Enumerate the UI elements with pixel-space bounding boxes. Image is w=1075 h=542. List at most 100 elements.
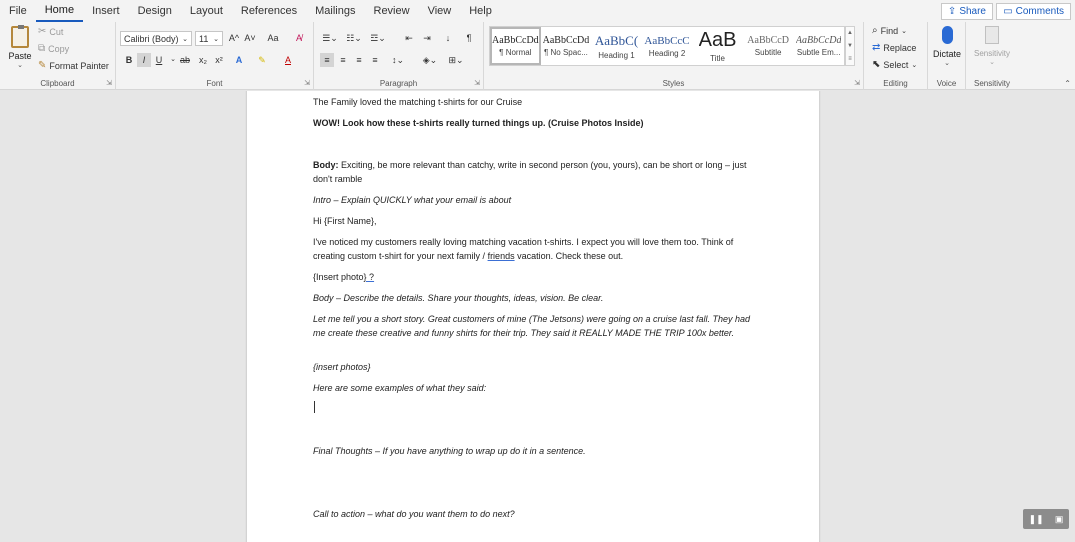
- share-button[interactable]: ⇪ Share: [940, 3, 993, 20]
- doc-paragraph[interactable]: WOW! Look how these t-shirts really turn…: [313, 117, 753, 131]
- more-styles-icon[interactable]: ≡: [846, 56, 854, 62]
- document-page[interactable]: The Family loved the matching t-shirts f…: [247, 91, 819, 542]
- pilcrow-icon[interactable]: ¶: [462, 31, 476, 45]
- dictate-button[interactable]: Dictate ⌄: [930, 26, 964, 67]
- pause-icon[interactable]: ❚❚: [1029, 514, 1044, 525]
- font-group-label: Font: [206, 79, 223, 88]
- view-controls[interactable]: ❚❚ ▣: [1023, 509, 1069, 529]
- select-button[interactable]: ⬉ Select ⌄: [872, 60, 917, 71]
- align-left-icon[interactable]: ≡: [320, 53, 334, 67]
- replace-button[interactable]: ⇄ Replace: [872, 43, 916, 54]
- font-size-dropdown[interactable]: 11 ⌄: [195, 31, 223, 46]
- line-spacing-icon[interactable]: ↕⌄: [388, 53, 408, 67]
- increase-indent-icon[interactable]: ⇥: [420, 31, 434, 45]
- style-heading-1[interactable]: AaBbC( Heading 1: [591, 27, 642, 65]
- underline-button[interactable]: U: [152, 53, 166, 67]
- paintbrush-icon: ✎: [38, 60, 47, 71]
- font-name-dropdown[interactable]: Calibri (Body) ⌄: [120, 31, 192, 46]
- cut-button[interactable]: ✂ Cut: [38, 27, 63, 38]
- comments-button[interactable]: ▭ Comments: [996, 3, 1071, 20]
- menu-layout[interactable]: Layout: [181, 0, 232, 22]
- doc-paragraph[interactable]: The Family loved the matching t-shirts f…: [313, 96, 753, 110]
- style-heading-2[interactable]: AaBbCcC Heading 2: [642, 27, 693, 65]
- menu-help[interactable]: Help: [460, 0, 501, 22]
- text-effects-icon[interactable]: A: [232, 53, 246, 67]
- decrease-indent-icon[interactable]: ⇤: [402, 31, 416, 45]
- sensitivity-button[interactable]: Sensitivity ⌄: [968, 26, 1016, 66]
- style-subtle-emphasis[interactable]: AaBbCcDd Subtle Em...: [793, 27, 844, 65]
- clipboard-group: Paste ⌄ ✂ Cut ⧉ Copy ✎ Format Painter Cl…: [0, 22, 116, 90]
- menu-mailings[interactable]: Mailings: [306, 0, 364, 22]
- style-preview: AaBbCcD: [747, 35, 789, 46]
- strikethrough-button[interactable]: ab: [176, 53, 194, 67]
- menu-review[interactable]: Review: [365, 0, 419, 22]
- body-label: Body:: [313, 160, 339, 170]
- menu-insert[interactable]: Insert: [83, 0, 129, 22]
- shrink-font-button[interactable]: A˅: [243, 31, 257, 45]
- styles-gallery-scroll[interactable]: ▲ ▼ ≡: [845, 26, 855, 66]
- highlighter-icon[interactable]: ✎: [255, 53, 269, 67]
- paste-dropdown-icon[interactable]: ⌄: [6, 61, 34, 69]
- style-name: Title: [710, 54, 725, 63]
- bullets-icon[interactable]: ☰⌄: [320, 31, 340, 45]
- doc-paragraph[interactable]: Let me tell you a short story. Great cus…: [313, 313, 753, 340]
- copy-button[interactable]: ⧉ Copy: [38, 44, 69, 55]
- superscript-button[interactable]: x²: [212, 53, 226, 67]
- find-button[interactable]: ⌕ Find ⌄: [872, 26, 907, 37]
- menu-home[interactable]: Home: [35, 0, 84, 22]
- style-preview: AaBbCcC: [644, 34, 690, 47]
- menu-design[interactable]: Design: [129, 0, 181, 22]
- align-right-icon[interactable]: ≡: [352, 53, 366, 67]
- style-name: ¶ Normal: [499, 48, 532, 57]
- paragraph-launcher-icon[interactable]: ⇲: [474, 79, 480, 87]
- doc-paragraph[interactable]: Final Thoughts – If you have anything to…: [313, 445, 753, 459]
- justify-icon[interactable]: ≡: [368, 53, 382, 67]
- style-subtitle[interactable]: AaBbCcD Subtitle: [743, 27, 794, 65]
- paste-button[interactable]: Paste ⌄: [6, 25, 34, 70]
- spelling-flag[interactable]: friends: [488, 251, 515, 261]
- doc-paragraph[interactable]: {insert photos}: [313, 361, 753, 375]
- borders-icon[interactable]: ⊞⌄: [446, 53, 466, 67]
- numbering-icon[interactable]: ☷⌄: [344, 31, 364, 45]
- italic-button[interactable]: I: [137, 53, 151, 67]
- shading-icon[interactable]: ◈⌄: [420, 53, 440, 67]
- voice-group: Dictate ⌄ Voice: [928, 22, 966, 90]
- style-name: Heading 2: [648, 48, 686, 58]
- clipboard-launcher-icon[interactable]: ⇲: [106, 79, 112, 87]
- grow-font-button[interactable]: A^: [227, 31, 241, 45]
- doc-paragraph[interactable]: Hi {First Name},: [313, 215, 753, 229]
- align-center-icon[interactable]: ≡: [336, 53, 350, 67]
- doc-paragraph[interactable]: Body: Exciting, be more relevant than ca…: [313, 159, 753, 186]
- subscript-button[interactable]: x₂: [196, 53, 210, 67]
- spelling-flag[interactable]: } ?: [364, 272, 375, 282]
- style-title[interactable]: AaB Title: [692, 27, 743, 65]
- chevron-down-icon[interactable]: ▼: [846, 43, 854, 49]
- font-launcher-icon[interactable]: ⇲: [304, 79, 310, 87]
- style-normal[interactable]: AaBbCcDd ¶ Normal: [490, 27, 541, 65]
- chevron-up-icon[interactable]: ▲: [846, 30, 854, 36]
- menu-file[interactable]: File: [0, 0, 36, 22]
- sort-icon[interactable]: ↓: [441, 31, 455, 45]
- style-name: Subtle Em...: [796, 48, 841, 57]
- multilevel-list-icon[interactable]: ☲⌄: [368, 31, 388, 45]
- doc-paragraph[interactable]: Here are some examples of what they said…: [313, 382, 753, 396]
- menu-references[interactable]: References: [232, 0, 306, 22]
- styles-launcher-icon[interactable]: ⇲: [854, 79, 860, 87]
- collapse-ribbon-icon[interactable]: ⌃: [1064, 79, 1071, 88]
- doc-paragraph[interactable]: I've noticed my customers really loving …: [313, 236, 753, 263]
- doc-paragraph[interactable]: Call to action – what do you want them t…: [313, 508, 753, 522]
- clear-formatting-icon[interactable]: A̸: [292, 31, 306, 45]
- sensitivity-group: Sensitivity ⌄ Sensitivity: [966, 22, 1018, 90]
- doc-paragraph[interactable]: Body – Describe the details. Share your …: [313, 292, 753, 306]
- font-color-icon[interactable]: A: [281, 53, 295, 67]
- doc-paragraph[interactable]: {Insert photo} ?: [313, 271, 753, 285]
- style-no-spacing[interactable]: AaBbCcDd ¶ No Spac...: [541, 27, 592, 65]
- doc-paragraph[interactable]: Intro – Explain QUICKLY what your email …: [313, 194, 753, 208]
- style-name: Heading 1: [598, 50, 635, 60]
- bold-button[interactable]: B: [122, 53, 136, 67]
- chevron-down-icon[interactable]: ⌄: [930, 59, 964, 67]
- picture-icon[interactable]: ▣: [1055, 514, 1064, 525]
- menu-view[interactable]: View: [419, 0, 461, 22]
- change-case-button[interactable]: Aa: [262, 31, 284, 45]
- format-painter-button[interactable]: ✎ Format Painter: [38, 60, 109, 72]
